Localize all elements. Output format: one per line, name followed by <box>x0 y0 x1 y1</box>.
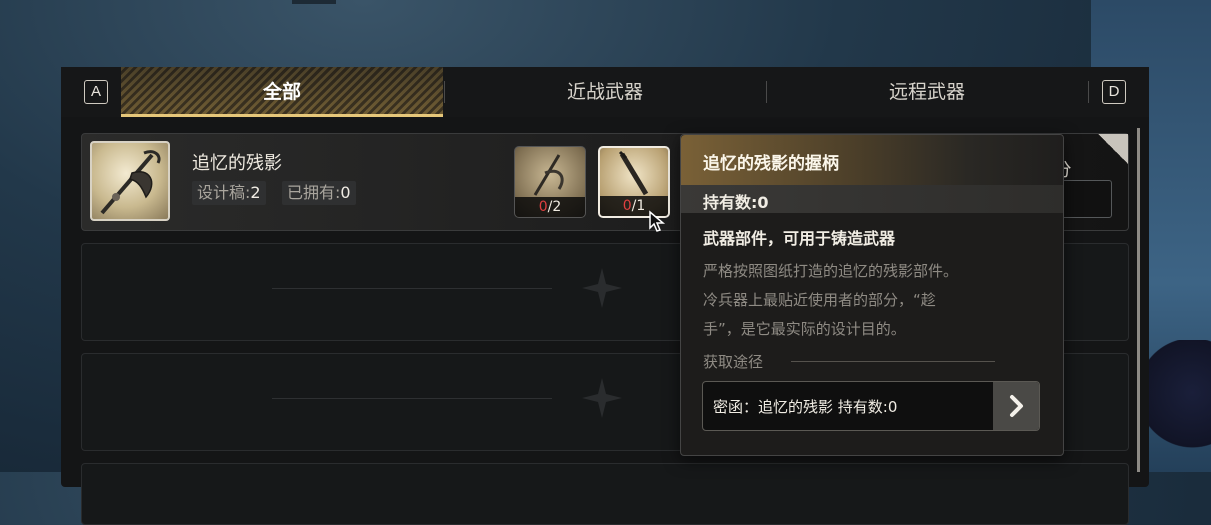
background-ornament <box>1149 340 1211 472</box>
divider <box>272 288 552 289</box>
tooltip-title: 追忆的残影的握柄 <box>703 154 839 174</box>
tooltip-description-line: 严格按照图纸打造的追忆的残影部件。 <box>703 262 959 280</box>
part-need: /1 <box>631 198 646 214</box>
owned-count-badge: 已拥有:0 <box>282 181 356 205</box>
chevron-right-icon <box>1010 395 1023 417</box>
scrollbar-thumb[interactable] <box>1137 128 1140 472</box>
tab-bar: A 全部 近战武器 远程武器 D <box>61 67 1149 117</box>
source-divider <box>791 361 995 362</box>
key-hint-a[interactable]: A <box>84 80 108 104</box>
design-count-badge: 设计稿:2 <box>192 181 266 205</box>
part-have: 0 <box>622 198 632 214</box>
source-go-button[interactable] <box>993 382 1039 430</box>
empty-slot-row <box>81 463 1129 525</box>
part-have: 0 <box>538 199 548 215</box>
tab-all[interactable]: 全部 <box>121 67 443 117</box>
item-tooltip: 追忆的残影的握柄 持有数:0 武器部件，可用于铸造武器 严格按照图纸打造的追忆的… <box>680 134 1064 456</box>
background-element <box>292 0 336 4</box>
tooltip-hold-count-bar: 持有数:0 <box>681 185 1063 213</box>
source-section-label: 获取途径 <box>703 353 764 371</box>
source-entry-text: 密函：追忆的残影 持有数:0 <box>713 398 898 416</box>
key-hint-d[interactable]: D <box>1102 80 1126 104</box>
part-count: 0/2 <box>515 197 585 217</box>
tooltip-hold-count: 持有数:0 <box>703 193 769 212</box>
tooltip-description-line: 手”，是它最实际的设计目的。 <box>703 320 906 338</box>
blade-part-icon <box>533 154 564 196</box>
star-emblem-icon <box>582 268 622 308</box>
tab-melee-weapons[interactable]: 近战武器 <box>445 67 765 117</box>
weapon-icon <box>90 141 170 221</box>
divider <box>272 398 552 399</box>
tooltip-item-type: 武器部件，可用于铸造武器 <box>703 229 896 248</box>
source-entry[interactable]: 密函：追忆的残影 持有数:0 <box>702 381 1040 431</box>
tab-ranged-weapons[interactable]: 远程武器 <box>767 67 1087 117</box>
design-count: 2 <box>250 183 261 202</box>
tooltip-header: 追忆的残影的握柄 <box>681 135 1063 185</box>
owned-count: 0 <box>340 183 351 202</box>
owned-label: 已拥有: <box>287 183 341 202</box>
star-emblem-icon <box>582 378 622 418</box>
design-label: 设计稿: <box>197 183 251 202</box>
weapon-name: 追忆的残影 <box>192 153 282 174</box>
part-need: /2 <box>547 199 562 215</box>
mouse-cursor-icon <box>649 210 666 232</box>
tooltip-description: 严格按照图纸打造的追忆的残影部件。 冷兵器上最贴近使用者的部分，“趁 手”，是它… <box>703 257 1045 344</box>
part-slot-blade[interactable]: 0/2 <box>514 146 586 218</box>
tab-divider <box>1088 81 1089 103</box>
scythe-icon <box>100 150 161 215</box>
tooltip-description-line: 冷兵器上最贴近使用者的部分，“趁 <box>703 291 936 309</box>
part-slot-handle[interactable]: 0/1 <box>598 146 670 218</box>
handle-part-icon <box>618 150 649 196</box>
pin-icon[interactable] <box>1098 134 1128 164</box>
